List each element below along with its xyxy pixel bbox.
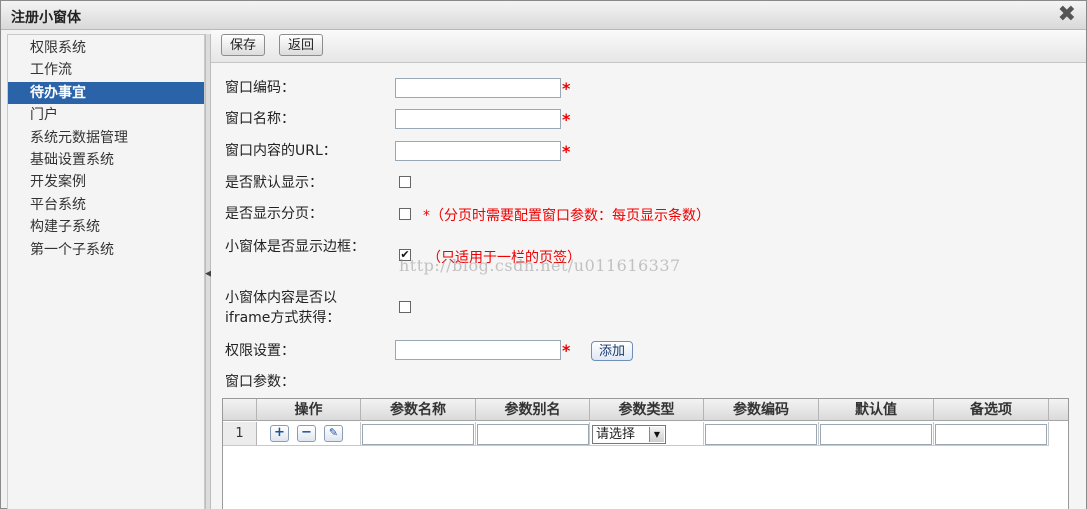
sidebar-item-first-subsystem[interactable]: 第一个子系统 (8, 239, 204, 261)
required-mark: * (562, 79, 571, 98)
required-mark: * (562, 341, 571, 360)
paging-note: *（分页时需要配置窗口参数：每页显示条数） (423, 208, 710, 224)
iframe-checkbox[interactable] (399, 301, 411, 313)
required-mark: * (562, 110, 571, 129)
sidebar-item-metadata-management[interactable]: 系统元数据管理 (8, 127, 204, 149)
close-icon[interactable]: ✖ (1058, 3, 1076, 27)
options-input[interactable] (935, 424, 1047, 445)
paging-label: 是否显示分页： (225, 206, 323, 222)
sidebar-item-permission-system[interactable]: 权限系统 (8, 37, 204, 59)
window-code-label: 窗口编码： (225, 80, 295, 96)
required-mark: * (562, 142, 571, 161)
param-type-select[interactable]: 请选择 ▼ (592, 425, 666, 444)
params-grid: 操作 参数名称 参数别名 参数类型 参数编码 默认值 备选项 1 + − ✎ 请 (222, 398, 1069, 509)
dialog-titlebar: 注册小窗体 ✖ (1, 1, 1086, 30)
param-code-input[interactable] (705, 424, 817, 445)
grid-header-options: 备选项 (934, 399, 1049, 421)
sidebar-item-dev-cases[interactable]: 开发案例 (8, 171, 204, 193)
params-label: 窗口参数： (225, 374, 295, 390)
chevron-down-icon: ▼ (649, 427, 664, 442)
permission-label: 权限设置： (225, 343, 295, 359)
grid-row-number: 1 (223, 422, 257, 446)
sidebar-item-build-subsystem[interactable]: 构建子系统 (8, 216, 204, 238)
sidebar-item-platform-system[interactable]: 平台系统 (8, 194, 204, 216)
grid-header-default-value: 默认值 (819, 399, 934, 421)
sidebar-item-portal[interactable]: 门户 (8, 104, 204, 126)
grid-header-param-code: 参数编码 (704, 399, 819, 421)
param-name-input[interactable] (362, 424, 474, 445)
add-row-icon[interactable]: + (270, 425, 289, 442)
save-button[interactable]: 保存 (221, 34, 266, 56)
back-button[interactable]: 返回 (279, 34, 324, 56)
window-url-label: 窗口内容的URL： (225, 143, 337, 159)
sidebar-item-basic-settings[interactable]: 基础设置系统 (8, 149, 204, 171)
add-permission-button[interactable]: 添加 (591, 341, 634, 361)
grid-header-rownum (223, 399, 257, 421)
watermark-text: http://blog.csdn.net/u011616337 (399, 256, 681, 275)
grid-header-operation: 操作 (257, 399, 361, 421)
window-code-input[interactable] (395, 78, 561, 98)
paging-checkbox[interactable] (399, 208, 411, 220)
default-show-label: 是否默认显示： (225, 175, 323, 191)
register-widget-dialog: 注册小窗体 ✖ 权限系统 工作流 待办事宜 门户 系统元数据管理 基础设置系统 … (0, 0, 1087, 509)
edit-row-icon[interactable]: ✎ (324, 425, 343, 442)
system-sidebar: 权限系统 工作流 待办事宜 门户 系统元数据管理 基础设置系统 开发案例 平台系… (7, 34, 205, 509)
window-url-input[interactable] (395, 141, 561, 161)
remove-row-icon[interactable]: − (297, 425, 316, 442)
grid-header-param-alias: 参数别名 (476, 399, 590, 421)
form-toolbar: 保存 返回 (211, 30, 1086, 63)
default-show-checkbox[interactable] (399, 176, 411, 188)
grid-header-param-type: 参数类型 (590, 399, 704, 421)
window-name-label: 窗口名称： (225, 111, 295, 127)
border-label: 小窗体是否显示边框： (225, 239, 365, 255)
param-type-select-value: 请选择 (596, 427, 636, 442)
sidebar-item-todo[interactable]: 待办事宜 (8, 81, 204, 105)
iframe-label: 小窗体内容是否以iframe方式获得： (225, 290, 341, 326)
default-value-input[interactable] (820, 424, 932, 445)
sidebar-item-workflow[interactable]: 工作流 (8, 59, 204, 81)
dialog-title: 注册小窗体 (11, 10, 81, 26)
form-panel: 保存 返回 窗口编码： * 窗口名称： * 窗口内容的URL： * 是否默认显示… (211, 30, 1086, 509)
grid-header-param-name: 参数名称 (361, 399, 476, 421)
grid-header: 操作 参数名称 参数别名 参数类型 参数编码 默认值 备选项 (223, 399, 1068, 421)
window-name-input[interactable] (395, 109, 561, 129)
permission-input[interactable] (395, 340, 561, 360)
param-alias-input[interactable] (477, 424, 589, 445)
